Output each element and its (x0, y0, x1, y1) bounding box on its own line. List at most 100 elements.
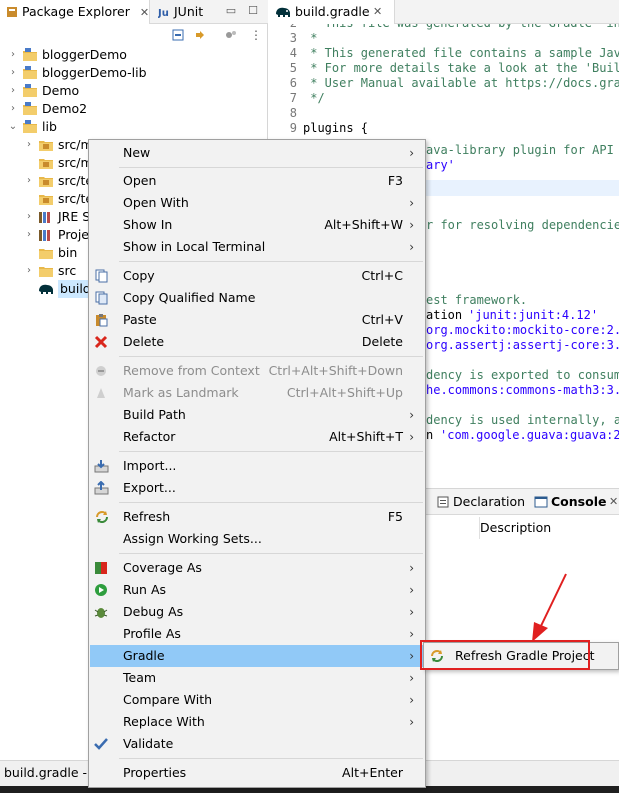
description-header-label: Description (480, 520, 552, 535)
collapse-all-icon[interactable] (172, 28, 186, 42)
tree-item[interactable]: › Proje (0, 226, 89, 244)
expand-arrow-icon[interactable]: › (24, 262, 34, 280)
menu-item-coverage-as[interactable]: Coverage As › (90, 557, 424, 579)
svg-text:Ju: Ju (158, 8, 169, 18)
menu-item-validate[interactable]: Validate (90, 733, 424, 755)
expand-arrow-icon[interactable]: › (24, 226, 34, 244)
expand-arrow-icon[interactable]: › (8, 82, 18, 100)
package-explorer-tabbar: Package Explorer ✕ Ju JUnit ▭ ☐ (0, 0, 268, 24)
minimize-icon[interactable]: ▭ (224, 4, 238, 18)
menu-separator (119, 451, 423, 452)
description-column-header[interactable]: Description (479, 517, 619, 539)
menu-item-assign-working-sets[interactable]: Assign Working Sets... (90, 528, 424, 550)
menu-item-label: Refactor (123, 429, 176, 444)
tree-item[interactable]: ⌄ lib (0, 118, 88, 136)
tree-item[interactable]: › JRE S (0, 208, 90, 226)
menu-item-gradle[interactable]: Gradle › (90, 645, 424, 667)
menu-item-copy[interactable]: Copy Ctrl+C (90, 265, 424, 287)
expand-arrow-icon[interactable]: › (8, 100, 18, 118)
tree-item-label: Demo2 (42, 101, 88, 116)
tree-item[interactable]: › src/te (0, 172, 93, 190)
menu-item-label: New (123, 145, 151, 160)
menu-item-label: Paste (123, 312, 157, 327)
tree-item[interactable]: › bloggerDemo-lib (0, 64, 147, 82)
menu-item-label: Validate (123, 736, 174, 751)
code-line: 9 plugins { (269, 121, 619, 136)
menu-item-refresh[interactable]: Refresh F5 (90, 506, 424, 528)
code-line: 3 * (269, 31, 619, 46)
line-number: 4 (289, 46, 297, 60)
tree-item[interactable]: › src (0, 262, 88, 280)
submenu-arrow-icon: › (409, 605, 414, 619)
menu-item-shortcut: Alt+Enter (342, 765, 403, 780)
menu-item-remove-from-context[interactable]: Remove from Context Ctrl+Alt+Shift+Down (90, 360, 424, 382)
tree-item-label: lib (42, 119, 57, 134)
menu-item-open[interactable]: Open F3 (90, 170, 424, 192)
code-text: * For more details take a look at the 'B… (303, 61, 619, 75)
expand-arrow-icon[interactable]: › (24, 208, 34, 226)
menu-item-debug-as[interactable]: Debug As › (90, 601, 424, 623)
view-menu-icon[interactable]: ⋮ (250, 28, 264, 42)
console-icon (534, 496, 548, 508)
tree-item[interactable]: src/te (0, 190, 93, 208)
menu-item-shortcut: F5 (387, 509, 403, 524)
menu-separator (119, 758, 423, 759)
code-fragment-text: 'junit:junit:4.12' (468, 308, 599, 322)
menu-item-profile-as[interactable]: Profile As › (90, 623, 424, 645)
menu-item-replace-with[interactable]: Replace With › (90, 711, 424, 733)
expand-arrow-icon[interactable]: › (24, 172, 34, 190)
menu-item-copy-qualified-name[interactable]: Copy Qualified Name (90, 287, 424, 309)
tab-junit[interactable]: Ju JUnit (152, 0, 212, 24)
expand-arrow-icon[interactable]: › (8, 64, 18, 82)
tab-declaration[interactable]: Declaration (433, 489, 525, 515)
menu-item-label: Debug As (123, 604, 184, 619)
menu-item-refactor[interactable]: Refactor Alt+Shift+T › (90, 426, 424, 448)
menu-item-build-path[interactable]: Build Path › (90, 404, 424, 426)
menu-item-properties[interactable]: Properties Alt+Enter (90, 762, 424, 784)
remove-context-icon (96, 366, 106, 376)
tree-item[interactable]: › bloggerDemo (0, 46, 127, 64)
menu-item-label: Open (123, 173, 157, 188)
menu-item-paste[interactable]: Paste Ctrl+V (90, 309, 424, 331)
debug-icon (94, 608, 108, 618)
menu-item-show-in[interactable]: Show In Alt+Shift+W › (90, 214, 424, 236)
menu-item-label: Run As (123, 582, 167, 597)
tree-item[interactable]: › Demo (0, 82, 88, 100)
expand-arrow-icon[interactable]: › (24, 136, 34, 154)
focus-icon[interactable] (224, 28, 238, 42)
close-icon[interactable]: ✕ (373, 0, 382, 24)
menu-item-mark-as-landmark[interactable]: Mark as Landmark Ctrl+Alt+Shift+Up (90, 382, 424, 404)
link-with-editor-icon[interactable] (194, 28, 208, 42)
tree-item-label: bin (58, 245, 78, 260)
close-icon[interactable]: ✕ (140, 6, 149, 19)
tree-item[interactable]: build (0, 280, 93, 298)
menu-item-label: Properties (123, 765, 187, 780)
menu-item-show-in-local-terminal[interactable]: Show in Local Terminal › (90, 236, 424, 258)
menu-item-compare-with[interactable]: Compare With › (90, 689, 424, 711)
copy-icon (95, 269, 108, 283)
tree-item[interactable]: src/m (0, 154, 93, 172)
maximize-icon[interactable]: ☐ (246, 4, 260, 18)
expand-arrow-icon[interactable]: › (8, 46, 18, 64)
close-icon[interactable]: ✕ (609, 489, 618, 515)
menu-item-team[interactable]: Team › (90, 667, 424, 689)
menu-item-shortcut: F3 (387, 173, 403, 188)
menu-item-label: Profile As (123, 626, 181, 641)
code-fragment-text: org.mockito:mockito-core:2.1 (426, 323, 619, 337)
tab-console[interactable]: Console ✕ (531, 489, 619, 515)
menu-item-run-as[interactable]: Run As › (90, 579, 424, 601)
tab-build-gradle[interactable]: build.gradle ✕ (269, 0, 395, 24)
tree-item[interactable]: › src/m (0, 136, 93, 154)
menu-item-label: Team (123, 670, 157, 685)
menu-item-new[interactable]: New › (90, 142, 424, 164)
menu-item-shortcut: Ctrl+C (361, 268, 403, 283)
tab-package-explorer[interactable]: Package Explorer ✕ (0, 0, 150, 24)
menu-item-open-with[interactable]: Open With › (90, 192, 424, 214)
tree-item[interactable]: bin (0, 244, 88, 262)
menu-item-delete[interactable]: Delete Delete (90, 331, 424, 353)
expand-arrow-icon[interactable]: ⌄ (8, 118, 18, 136)
menu-item-export[interactable]: Export... (90, 477, 424, 499)
code-fragment-text: 'com.google.guava:guava:29 (440, 428, 619, 442)
tree-item[interactable]: › Demo2 (0, 100, 88, 118)
menu-item-import[interactable]: Import... (90, 455, 424, 477)
